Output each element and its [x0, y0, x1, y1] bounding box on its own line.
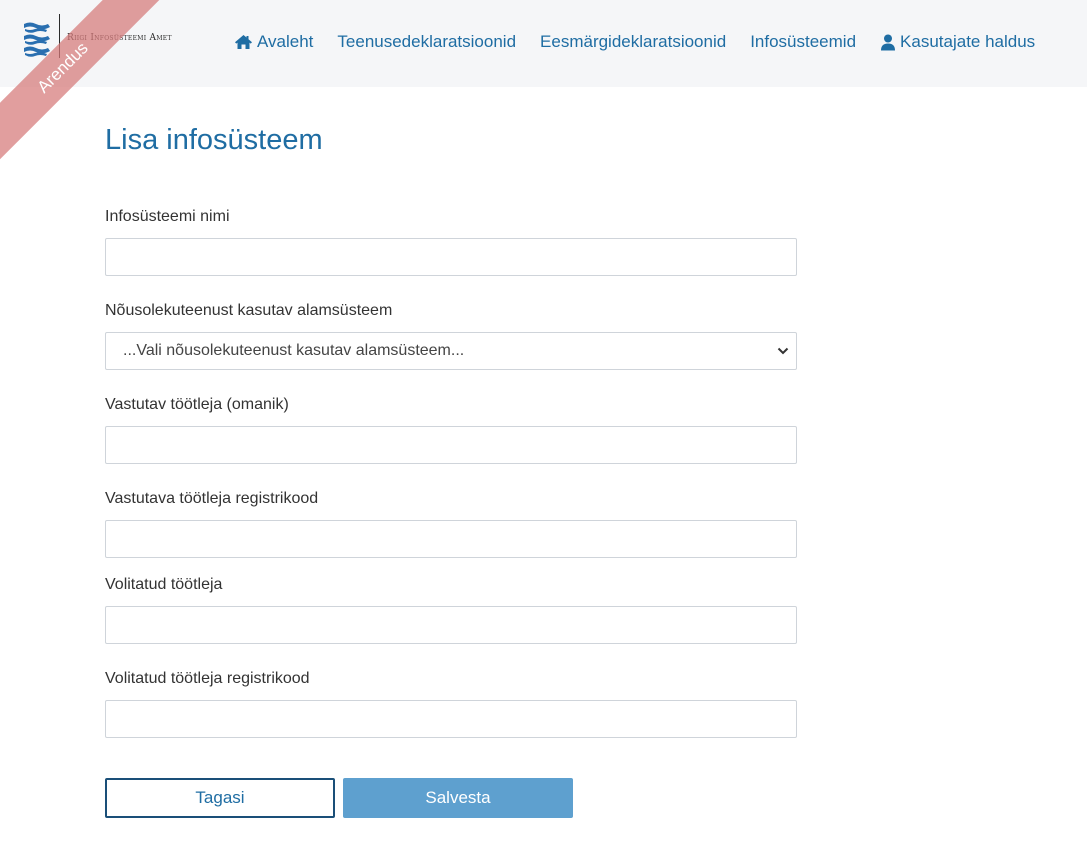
three-lions-icon	[24, 22, 50, 57]
nav-label: Eesmärgideklaratsioonid	[540, 32, 727, 51]
user-icon	[881, 34, 896, 50]
nav-label: Infosüsteemid	[750, 32, 857, 51]
subsystem-label: Nõusolekuteenust kasutav alamsüsteem	[105, 302, 393, 319]
controller-code-label: Vastutava töötleja registrikood	[105, 490, 319, 507]
ria-logo[interactable]: Riigi Infosüsteemi Amet	[22, 14, 192, 62]
processor-input[interactable]	[105, 606, 797, 644]
processor-code-input[interactable]	[105, 700, 797, 738]
chevron-down-icon	[777, 347, 789, 355]
nav-item-kasutajate-haldus[interactable]: Kasutajate haldus	[880, 32, 1035, 52]
home-icon	[235, 35, 252, 49]
logo-divider	[59, 14, 60, 58]
name-label: Infosüsteemi nimi	[105, 208, 230, 225]
nav-item-eesmargideklaratsioonid[interactable]: Eesmärgideklaratsioonid	[540, 32, 726, 52]
top-header: Riigi Infosüsteemi Amet Avaleht Teenused…	[0, 0, 1087, 87]
nav-item-infosusteemid[interactable]: Infosüsteemid	[750, 32, 856, 52]
name-input[interactable]	[105, 238, 797, 276]
subsystem-select[interactable]: ...Vali nõusolekuteenust kasutav alamsüs…	[105, 332, 797, 370]
processor-code-label: Volitatud töötleja registrikood	[105, 670, 310, 687]
subsystem-select-value: ...Vali nõusolekuteenust kasutav alamsüs…	[123, 342, 465, 359]
main-nav: Avaleht Teenusedeklaratsioonid Eesmärgid…	[234, 30, 1035, 54]
controller-code-input[interactable]	[105, 520, 797, 558]
back-button[interactable]: Tagasi	[105, 778, 335, 818]
save-button[interactable]: Salvesta	[343, 778, 573, 818]
logo-text: Riigi Infosüsteemi Amet	[67, 33, 172, 43]
controller-input[interactable]	[105, 426, 797, 464]
nav-item-avaleht[interactable]: Avaleht	[234, 32, 313, 52]
processor-label: Volitatud töötleja	[105, 576, 223, 593]
nav-label: Avaleht	[257, 32, 314, 51]
nav-label: Kasutajate haldus	[900, 32, 1036, 51]
page-title: Lisa infosüsteem	[105, 124, 323, 156]
nav-item-teenusedeklaratsioonid[interactable]: Teenusedeklaratsioonid	[337, 32, 516, 52]
nav-label: Teenusedeklaratsioonid	[337, 32, 517, 51]
controller-label: Vastutav töötleja (omanik)	[105, 396, 289, 413]
